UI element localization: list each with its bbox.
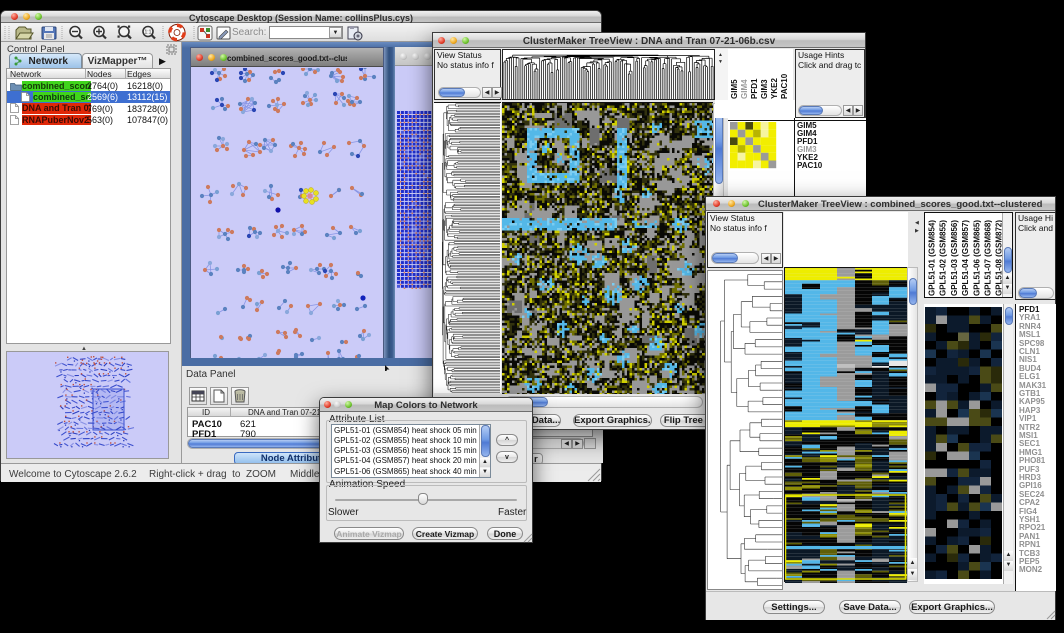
svg-text:GIM4: GIM4 xyxy=(740,79,749,99)
svg-text:GPL51-01 (GSM854): GPL51-01 (GSM854) xyxy=(928,220,937,296)
svg-text:GPL51-08 (GSM872): GPL51-08 (GSM872) xyxy=(995,220,1002,296)
svg-text:PFD1: PFD1 xyxy=(750,78,759,99)
svg-text:1:1: 1:1 xyxy=(145,30,152,36)
svg-text:GIM5: GIM5 xyxy=(730,79,739,99)
svg-text:GIM3: GIM3 xyxy=(760,79,769,99)
svg-text:GPL51-02 (GSM855): GPL51-02 (GSM855) xyxy=(939,220,948,296)
svg-text:GPL51-07 (GSM868): GPL51-07 (GSM868) xyxy=(984,220,993,296)
svg-text:GPL51-03 (GSM856): GPL51-03 (GSM856) xyxy=(950,220,959,296)
svg-text:GPL51-04 (GSM857): GPL51-04 (GSM857) xyxy=(961,220,970,296)
svg-text:GPL51-06 (GSM865): GPL51-06 (GSM865) xyxy=(972,220,981,296)
svg-text:PAC10: PAC10 xyxy=(780,73,789,99)
svg-text:YKE2: YKE2 xyxy=(770,78,779,99)
